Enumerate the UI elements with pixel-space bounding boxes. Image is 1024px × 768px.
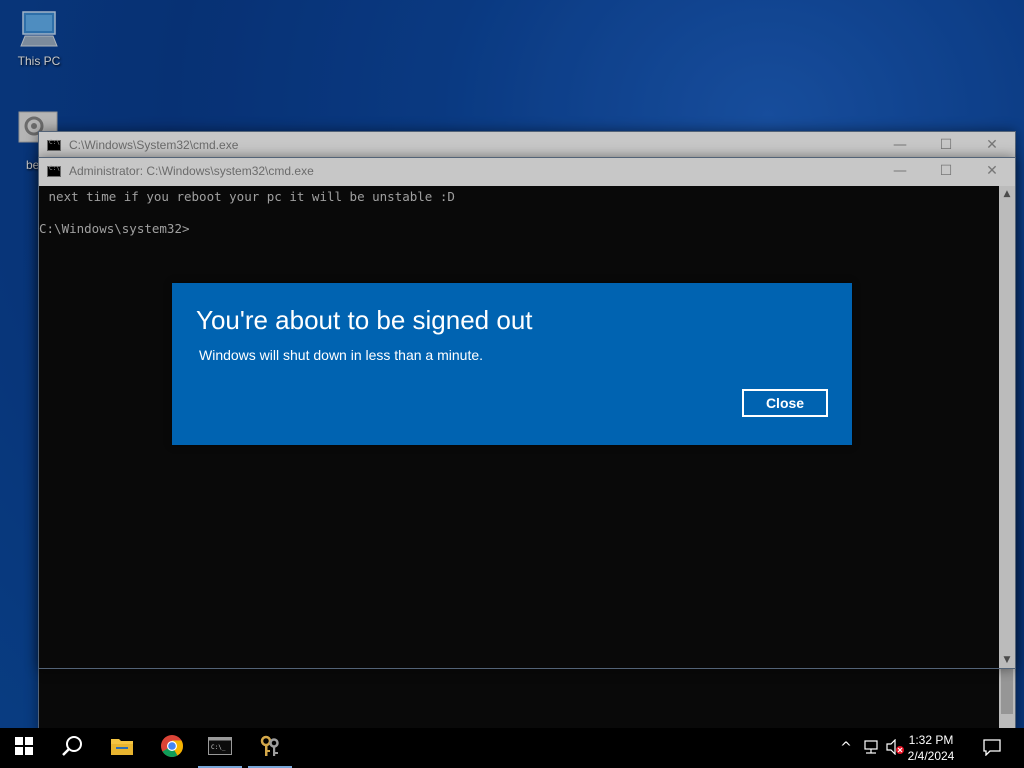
svg-text:C:\_: C:\_ [211,744,226,751]
start-icon [15,737,33,759]
start-button[interactable] [0,728,48,768]
taskbar: C:\_ ^ 1:32 PM 2/4/2024 [0,728,1024,768]
taskbar-keys-app[interactable] [246,728,294,768]
search-icon [61,735,83,761]
tray-overflow-chevron[interactable]: ^ [836,728,856,768]
dialog-title: You're about to be signed out [196,305,533,335]
taskbar-chrome[interactable] [148,728,196,768]
search-button[interactable] [48,728,96,768]
keys-icon [258,734,282,762]
network-button[interactable] [860,728,882,768]
signout-dialog: You're about to be signed out Windows wi… [172,283,852,445]
action-center-button[interactable] [978,728,1006,768]
taskbar-file-explorer[interactable] [98,728,146,768]
taskbar-cmd[interactable]: C:\_ [196,728,244,768]
clock[interactable]: 1:32 PM 2/4/2024 [896,732,966,764]
clock-time: 1:32 PM [908,733,954,747]
chrome-icon [160,734,184,762]
close-button[interactable]: Close [742,389,828,417]
dialog-message: Windows will shut down in less than a mi… [199,347,484,363]
notification-icon [983,738,1001,759]
file-explorer-icon [110,736,134,760]
network-icon [862,739,880,758]
clock-date: 2/4/2024 [907,749,955,763]
cmd-icon: C:\_ [208,737,232,759]
